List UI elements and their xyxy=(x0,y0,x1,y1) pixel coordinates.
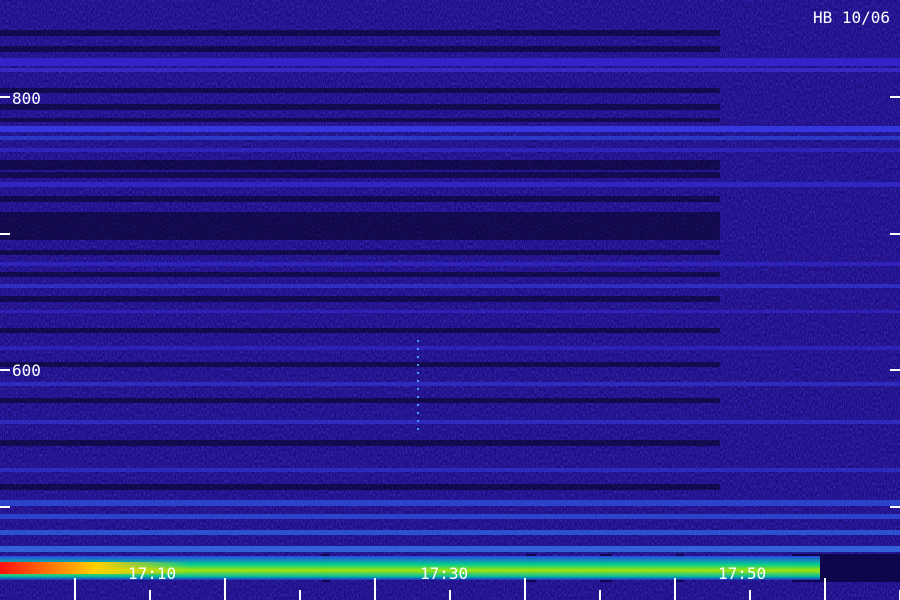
bright-band-6 xyxy=(0,262,900,266)
dark-band-15 xyxy=(0,440,720,446)
bright-band-2 xyxy=(0,126,900,132)
dark-band-3 xyxy=(0,104,720,110)
dark-band-14 xyxy=(0,398,720,403)
dark-band-2 xyxy=(0,88,720,93)
chart-title: HB 10/06 xyxy=(813,8,890,27)
dark-band-4 xyxy=(0,118,720,122)
x-tick-label-1750: 17:50 xyxy=(718,564,766,583)
dark-band-10 xyxy=(0,272,720,277)
bright-band-9 xyxy=(0,346,900,350)
bright-band-11 xyxy=(0,420,900,424)
x-tick-label-1730: 17:30 xyxy=(420,564,468,583)
x-tick-label-1710: 17:10 xyxy=(128,564,176,583)
bright-band-0 xyxy=(0,58,900,66)
dark-band-6 xyxy=(0,172,720,178)
dark-band-16 xyxy=(0,484,720,490)
y-tick-label-600: 600 xyxy=(12,361,41,380)
dark-band-7 xyxy=(0,196,720,202)
bright-band-13 xyxy=(0,500,900,506)
dark-band-9 xyxy=(0,250,720,255)
bright-band-16 xyxy=(0,546,900,552)
dark-band-13 xyxy=(0,362,720,367)
bright-band-14 xyxy=(0,514,900,519)
bright-band-3 xyxy=(0,136,900,140)
bright-band-8 xyxy=(0,310,900,313)
dark-band-11 xyxy=(0,296,720,302)
bright-band-12 xyxy=(0,468,900,472)
bright-band-7 xyxy=(0,284,900,288)
dark-band-8 xyxy=(0,212,720,240)
dark-band-12 xyxy=(0,328,720,333)
y-tick-label-800: 800 xyxy=(12,89,41,108)
dark-band-0 xyxy=(0,30,720,36)
dark-band-1 xyxy=(0,46,720,52)
bright-band-1 xyxy=(0,68,900,72)
bright-band-5 xyxy=(0,182,900,187)
bright-band-15 xyxy=(0,530,900,535)
dark-band-5 xyxy=(0,160,720,170)
spectrogram-chart: 800 600 17:10 17:30 17:50 HB 10/06 xyxy=(0,0,900,600)
bright-band-10 xyxy=(0,382,900,386)
bright-band-4 xyxy=(0,148,900,152)
